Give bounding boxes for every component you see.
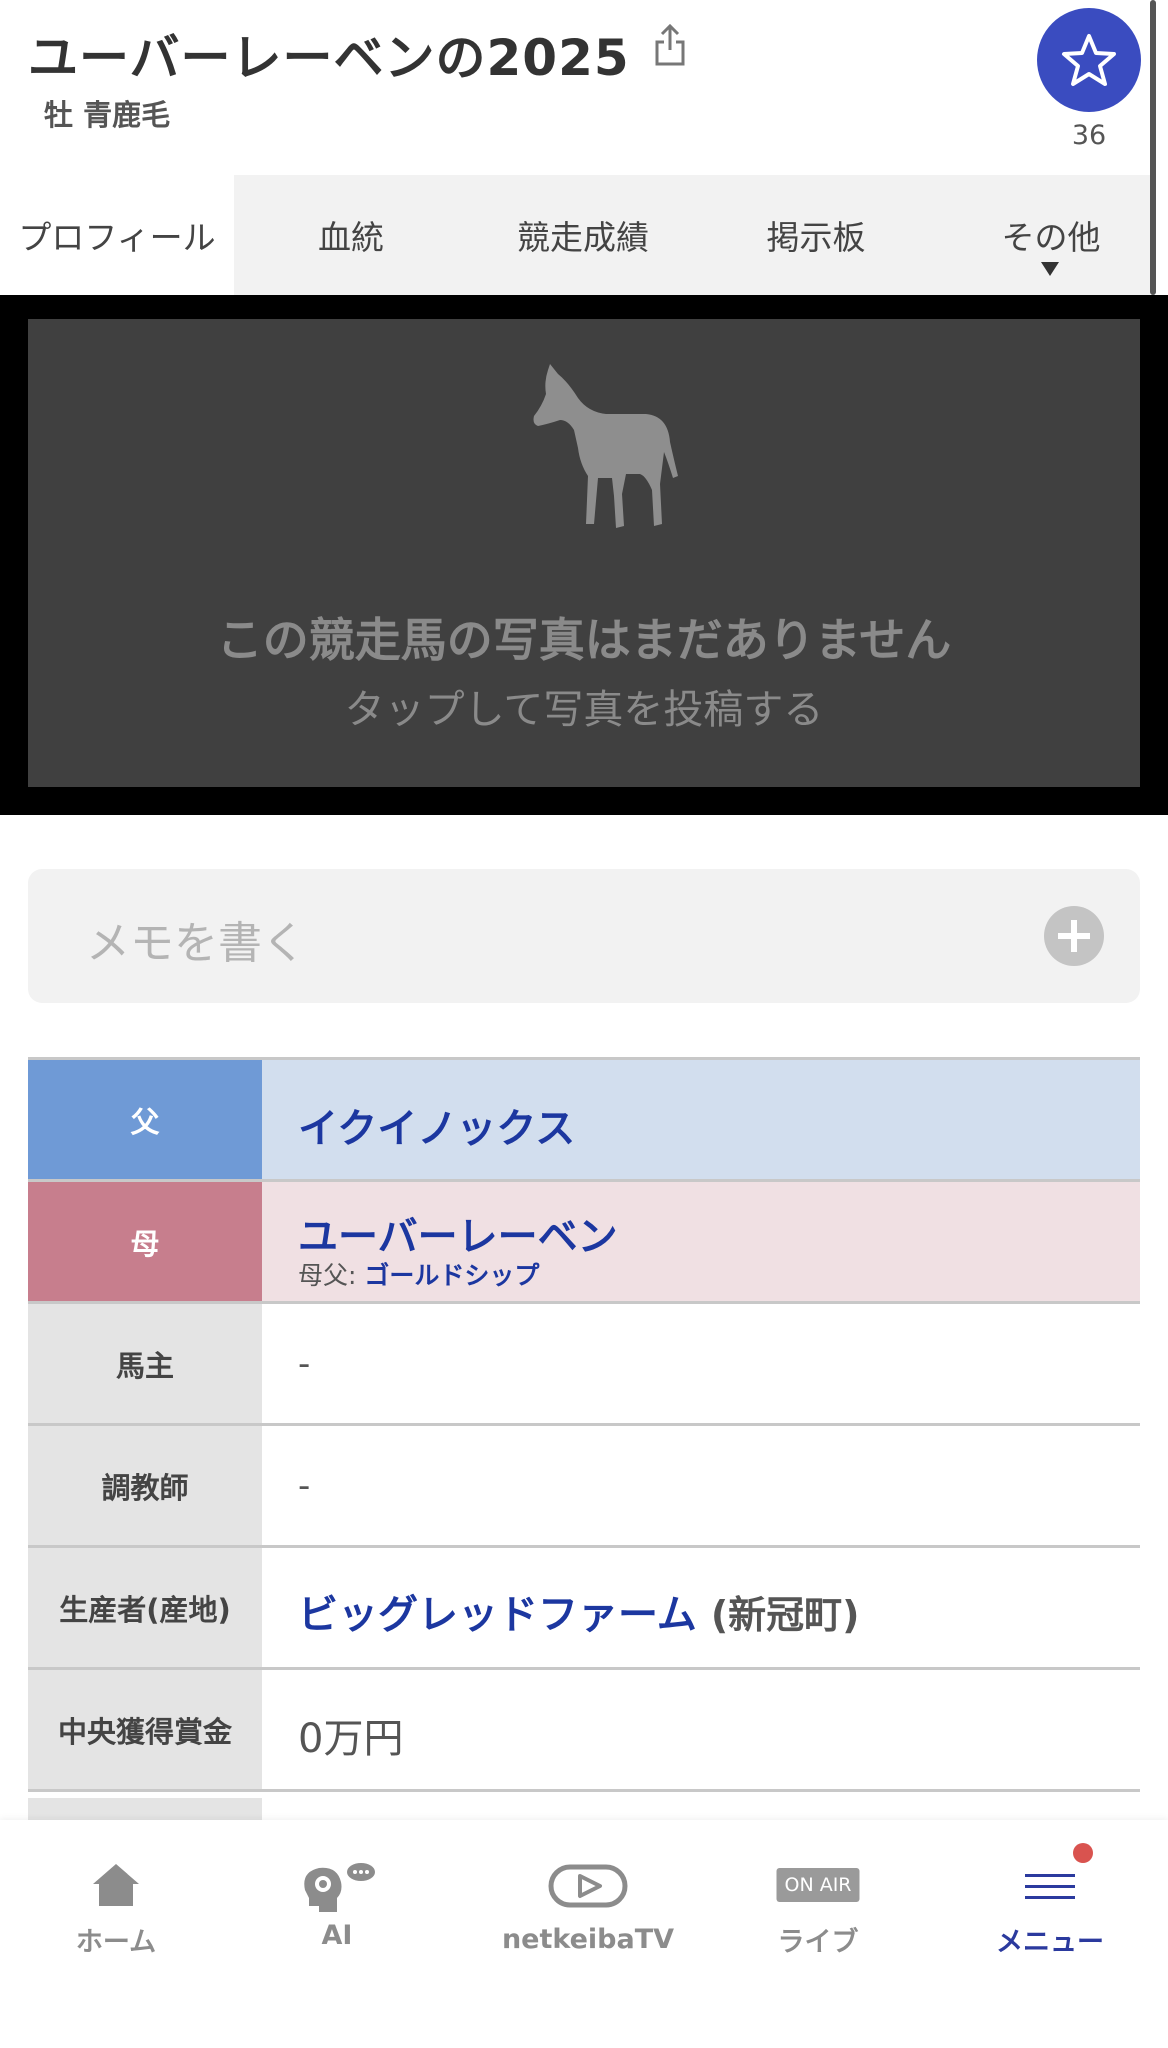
owner-label: 馬主: [28, 1304, 262, 1423]
mother-sire: 母父: ゴールドシップ: [298, 1256, 539, 1292]
table-row-partial: [28, 1798, 262, 1820]
owner-value: -: [298, 1344, 311, 1384]
table-row-prize: 中央獲得賞金 0万円: [28, 1670, 1140, 1792]
memo-input[interactable]: メモを書く: [28, 869, 1140, 1003]
chevron-down-icon: [1041, 262, 1059, 276]
tab-pedigree[interactable]: 血統: [234, 175, 468, 295]
tab-profile[interactable]: プロフィール: [0, 175, 234, 295]
tab-bar: プロフィール 血統 競走成績 掲示板 その他: [0, 175, 1150, 295]
photo-placeholder[interactable]: この競走馬の写真はまだありません タップして写真を投稿する: [28, 319, 1140, 787]
favorite-button[interactable]: [1037, 8, 1141, 112]
share-icon[interactable]: [650, 22, 690, 68]
nav-menu[interactable]: メニュー: [940, 1840, 1160, 1958]
nav-home[interactable]: ホーム: [6, 1840, 226, 1958]
nav-home-label: ホーム: [75, 1927, 157, 1958]
play-tv-icon: [548, 1864, 628, 1908]
prize-label: 中央獲得賞金: [28, 1670, 262, 1789]
mother-link[interactable]: ユーバーレーベン: [298, 1204, 618, 1262]
breeder-link[interactable]: ビッグレッドファーム: [298, 1592, 697, 1638]
horse-title: ユーバーレーベンの2025: [28, 29, 630, 87]
menu-icon: [1025, 1874, 1075, 1899]
horse-sex-color: 牡 青鹿毛: [44, 98, 171, 132]
nav-ai[interactable]: AI: [227, 1840, 447, 1951]
star-icon: [1062, 34, 1116, 86]
nav-live-label: ライブ: [777, 1927, 859, 1958]
notification-badge: [1073, 1843, 1093, 1863]
father-link[interactable]: イクイノックス: [298, 1096, 575, 1154]
mother-label: 母: [28, 1182, 262, 1301]
breeder: ビッグレッドファーム (新冠町): [298, 1582, 860, 1640]
trainer-label: 調教師: [28, 1426, 262, 1545]
on-air-icon: ON AIR: [776, 1868, 860, 1902]
table-row-father: 父 イクイノックス: [28, 1060, 1140, 1182]
tab-other[interactable]: その他: [934, 175, 1168, 295]
home-icon: [93, 1864, 139, 1906]
ai-brain-icon: [304, 1863, 375, 1912]
plus-circle-icon[interactable]: [1044, 906, 1104, 966]
mother-sire-link[interactable]: ゴールドシップ: [364, 1261, 539, 1290]
tab-bulletin-board[interactable]: 掲示板: [698, 175, 934, 295]
breeder-label: 生産者(産地): [28, 1548, 262, 1667]
favorite-count: 36: [1071, 120, 1107, 151]
prize-value: 0万円: [298, 1716, 404, 1762]
nav-live[interactable]: ON AIR ライブ: [708, 1840, 928, 1958]
post-photo-link[interactable]: タップして写真を投稿する: [28, 677, 1140, 735]
nav-netkeibatv-label: netkeibaTV: [501, 1924, 675, 1955]
trainer-value: -: [298, 1466, 311, 1506]
header: ユーバーレーベンの2025 牡 青鹿毛 36: [0, 0, 1168, 175]
bottom-nav: ホーム AI netkeibaTV ON AIR ライブ メニュー: [0, 1820, 1168, 2048]
table-row-mother: 母 ユーバーレーベン 母父: ゴールドシップ: [28, 1182, 1140, 1304]
breeder-area: (新冠町): [710, 1593, 860, 1637]
nav-ai-label: AI: [321, 1920, 353, 1951]
memo-placeholder: メモを書く: [86, 918, 306, 969]
on-air-text: ON AIR: [776, 1868, 860, 1902]
mother-sire-label: 母父:: [298, 1261, 357, 1290]
horse-silhouette-icon: [533, 364, 678, 528]
nav-netkeibatv[interactable]: netkeibaTV: [478, 1840, 698, 1955]
table-row-breeder: 生産者(産地) ビッグレッドファーム (新冠町): [28, 1548, 1140, 1670]
profile-table: 父 イクイノックス 母 ユーバーレーベン 母父: ゴールドシップ 馬主 - 調教…: [28, 1057, 1140, 1792]
no-photo-message: この競走馬の写真はまだありません: [216, 613, 952, 667]
photo-area[interactable]: この競走馬の写真はまだありません タップして写真を投稿する: [0, 295, 1168, 815]
table-row-owner: 馬主 -: [28, 1304, 1140, 1426]
nav-menu-label: メニュー: [996, 1927, 1104, 1958]
table-row-trainer: 調教師 -: [28, 1426, 1140, 1548]
tab-race-results[interactable]: 競走成績: [468, 175, 698, 295]
father-label: 父: [28, 1060, 262, 1179]
